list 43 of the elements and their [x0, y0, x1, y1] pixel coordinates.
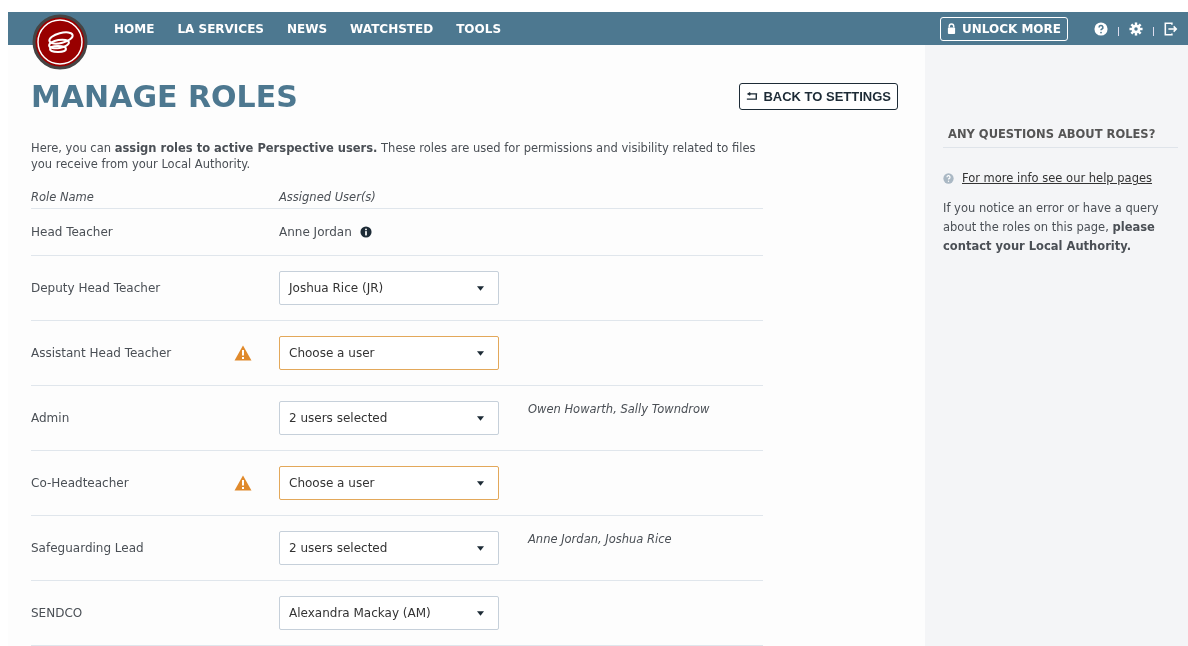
- role-name: Admin: [31, 411, 71, 425]
- column-header: Role Name: [31, 190, 95, 204]
- return-arrow-icon: [746, 92, 759, 101]
- unlock-button[interactable]: UNLOCK MORE: [939, 16, 1068, 41]
- sidebar-text: If you notice an error or have a query about the roles on this page, please contact your Local Authority.: [943, 200, 1160, 255]
- caret-icon: [477, 350, 484, 356]
- caret-icon: [477, 480, 484, 486]
- role-name: Assistant Head Teacher: [31, 346, 173, 360]
- caret-icon: [477, 415, 484, 421]
- nav-link[interactable]: NEWS: [287, 21, 328, 36]
- user-dropdown[interactable]: Alexandra Mackay (AM): [279, 596, 499, 630]
- intro-text: Here, you can assign roles to active Perspective users. These roles are used for permissions and visibility related to files you receive from your Local Authority.: [31, 140, 757, 172]
- user-dropdown[interactable]: Joshua Rice (JR): [279, 271, 499, 305]
- info-icon[interactable]: [359, 226, 372, 238]
- user-dropdown[interactable]: 2 users selected: [279, 531, 499, 565]
- nav-link[interactable]: LA SERVICES: [177, 21, 264, 36]
- page-title: MANAGE ROLES: [31, 79, 298, 114]
- role-name: SENDCO: [31, 606, 84, 620]
- role-name: Head Teacher: [31, 225, 114, 239]
- settings-icon[interactable]: [1129, 21, 1143, 36]
- caret-icon: [477, 610, 484, 616]
- back-button[interactable]: BACK TO SETTINGS: [739, 83, 898, 110]
- lock-icon: [946, 23, 956, 34]
- help-link[interactable]: For more info see our help pages: [962, 171, 1153, 185]
- nav-link[interactable]: WATCHSTED: [350, 21, 434, 36]
- nav-link[interactable]: TOOLS: [456, 21, 502, 36]
- selected-users-text: Anne Jordan, Joshua Rice: [528, 532, 672, 546]
- role-name: Safeguarding Lead: [31, 541, 145, 555]
- help-icon: [943, 172, 954, 184]
- sidebar-heading: ANY QUESTIONS ABOUT ROLES?: [943, 127, 1178, 148]
- role-name: Deputy Head Teacher: [31, 281, 162, 295]
- logout-icon[interactable]: [1164, 21, 1178, 36]
- user-dropdown[interactable]: Choose a user: [279, 336, 499, 370]
- user-dropdown[interactable]: Choose a user: [279, 466, 499, 500]
- help-icon[interactable]: [1094, 21, 1108, 36]
- nav-link[interactable]: HOME: [114, 21, 155, 36]
- user-dropdown[interactable]: 2 users selected: [279, 401, 499, 435]
- caret-icon: [477, 545, 484, 551]
- assigned-user: Anne Jordan: [279, 225, 352, 239]
- column-header: Assigned User(s): [279, 190, 376, 204]
- role-name: Co-Headteacher: [31, 476, 130, 490]
- caret-icon: [477, 285, 484, 291]
- selected-users-text: Owen Howarth, Sally Towndrow: [528, 402, 710, 416]
